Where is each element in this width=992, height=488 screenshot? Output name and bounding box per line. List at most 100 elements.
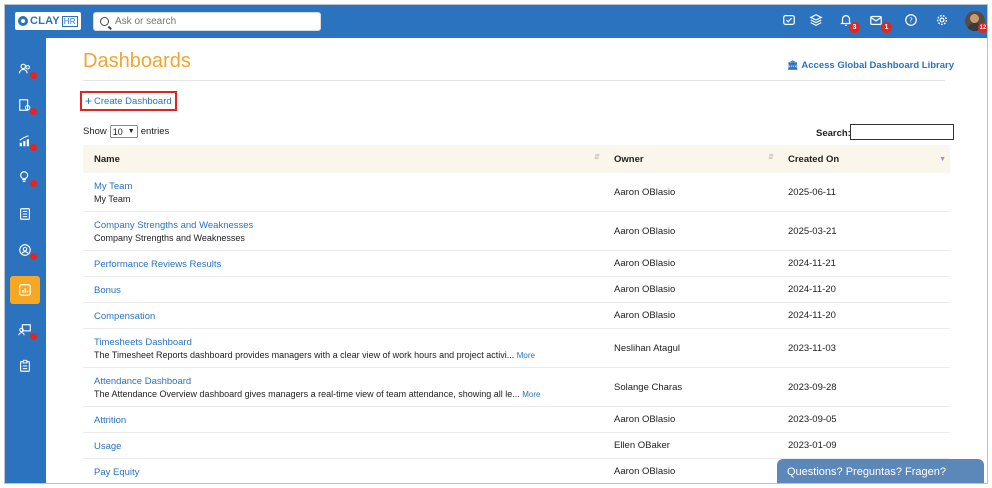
avatar-badge: 12 [978,23,987,33]
dashboard-name-link[interactable]: Usage [94,441,121,452]
sort-icon: ⇵ [594,154,600,161]
name-cell: Compensation [94,311,155,322]
library-link-label: Access Global Dashboard Library [801,60,954,71]
logo-suffix: HR [61,15,78,27]
app-window: CLAY HR 3 1 ? 12 [4,4,988,484]
logo-text: CLAY [30,15,60,27]
page-title: Dashboards [83,50,191,72]
name-cell: Performance Reviews Results [94,259,221,270]
dashboard-name-link[interactable]: Compensation [94,311,155,322]
gear-icon[interactable] [934,13,950,29]
dashboard-description: The Attendance Overview dashboard gives … [94,389,540,399]
table-search-input[interactable] [850,124,954,140]
table-row: Attrition Aaron OBlasio 2023-09-05 [83,407,950,433]
created-on-cell: 2024-11-21 [788,258,836,269]
owner-cell: Aaron OBlasio [614,187,676,198]
sidebar-item-documents[interactable] [10,91,40,119]
chat-widget[interactable]: Questions? Preguntas? Fragen? [777,459,984,483]
name-cell: Company Strengths and Weaknesses Company … [94,220,253,243]
description-text: My Team [94,194,131,204]
owner-cell: Neslihan Atagul [614,343,681,354]
table-row: Bonus Aaron OBlasio 2024-11-20 [83,277,950,303]
column-header-created-on[interactable]: Created On [788,154,839,165]
notebook-icon [20,208,30,220]
sidebar-alert-dot [30,253,37,260]
entries-label: entries [140,126,170,137]
sidebar-item-clipboard[interactable] [10,352,40,380]
title-divider [83,80,945,81]
more-link[interactable]: More [522,390,540,399]
created-on-cell: 2023-01-09 [788,440,837,451]
library-icon: 🏛 [786,60,799,70]
entries-select[interactable]: 10 ▼ [109,125,138,138]
created-on-cell: 2025-03-21 [788,226,837,237]
checklist-icon[interactable] [781,13,797,29]
table-row: Usage Ellen OBaker 2023-01-09 [83,433,950,459]
owner-cell: Aaron OBlasio [614,284,676,295]
table-row: Timesheets Dashboard The Timesheet Report… [83,329,950,368]
dashboard-name-link[interactable]: Company Strengths and Weaknesses [94,220,253,231]
sidebar-alert-dot [30,72,37,79]
created-on-cell: 2024-11-20 [788,310,836,321]
owner-cell: Aaron OBlasio [614,258,676,269]
chevron-down-icon: ▼ [127,128,135,135]
owner-cell: Aaron OBlasio [614,310,676,321]
dashboard-name-link[interactable]: Performance Reviews Results [94,259,221,270]
created-on-cell: 2023-09-05 [788,414,837,425]
table-row: Company Strengths and Weaknesses Company … [83,212,950,251]
dashboard-name-link[interactable]: Pay Equity [94,467,139,478]
show-label: Show [83,126,107,137]
sidebar-alert-dot [30,144,37,151]
global-search[interactable] [93,12,321,31]
notifications-badge: 3 [849,22,860,33]
create-dashboard-button[interactable]: + Create Dashboard [80,91,177,111]
sidebar [5,38,46,483]
dashboard-name-link[interactable]: Attendance Dashboard [94,376,540,387]
created-on-cell: 2025-06-11 [788,187,836,198]
table-search-label: Search: [816,128,851,139]
sidebar-alert-dot [30,180,37,187]
clipboard-icon [20,359,30,372]
sidebar-item-learning[interactable] [10,316,40,344]
sidebar-item-ideas[interactable] [10,163,40,191]
sidebar-item-people[interactable] [10,55,40,83]
table-row: Attendance Dashboard The Attendance Overv… [83,368,950,407]
sidebar-item-profile[interactable] [10,236,40,264]
clayhr-logo[interactable]: CLAY HR [15,12,81,30]
global-dashboard-library-link[interactable]: 🏛 Access Global Dashboard Library [787,60,954,71]
dashboard-name-link[interactable]: Timesheets Dashboard [94,337,535,348]
created-on-cell: 2024-11-20 [788,284,836,295]
sidebar-item-analytics[interactable] [10,127,40,155]
name-cell: Usage [94,441,121,452]
layers-icon[interactable] [808,13,824,29]
dashboard-name-link[interactable]: Bonus [94,285,121,296]
help-icon[interactable]: ? [903,13,919,29]
dashboard-description: Company Strengths and Weaknesses [94,233,253,243]
created-on-cell: 2023-09-28 [788,382,837,393]
logo-mark-icon [18,16,28,26]
search-icon [100,17,109,26]
owner-cell: Aaron OBlasio [614,414,676,425]
sort-descending-icon: ▼ [939,156,946,163]
column-header-owner[interactable]: Owner [614,154,644,165]
top-bar: CLAY HR 3 1 ? 12 [5,5,987,38]
create-dashboard-label: Create Dashboard [94,95,172,107]
name-cell: My Team My Team [94,181,132,204]
dashboard-name-link[interactable]: Attrition [94,415,126,426]
sidebar-item-notes[interactable] [10,200,40,228]
dashboard-description: The Timesheet Reports dashboard provides… [94,350,535,360]
sidebar-item-dashboards[interactable] [10,276,40,304]
dashboard-name-link[interactable]: My Team [94,181,132,192]
description-text: Company Strengths and Weaknesses [94,233,245,243]
plus-icon: + [85,94,93,108]
owner-cell: Aaron OBlasio [614,226,676,237]
name-cell: Timesheets Dashboard The Timesheet Report… [94,337,535,360]
name-cell: Pay Equity [94,467,139,478]
entries-control: Show 10 ▼ entries [83,125,169,138]
table-header: Name ⇵ Owner ⇵ Created On ▼ [83,145,950,173]
created-on-cell: 2023-11-03 [788,343,836,354]
global-search-input[interactable] [115,16,305,27]
dashboard-description: My Team [94,194,132,204]
more-link[interactable]: More [517,351,535,360]
column-header-name[interactable]: Name [94,154,120,165]
